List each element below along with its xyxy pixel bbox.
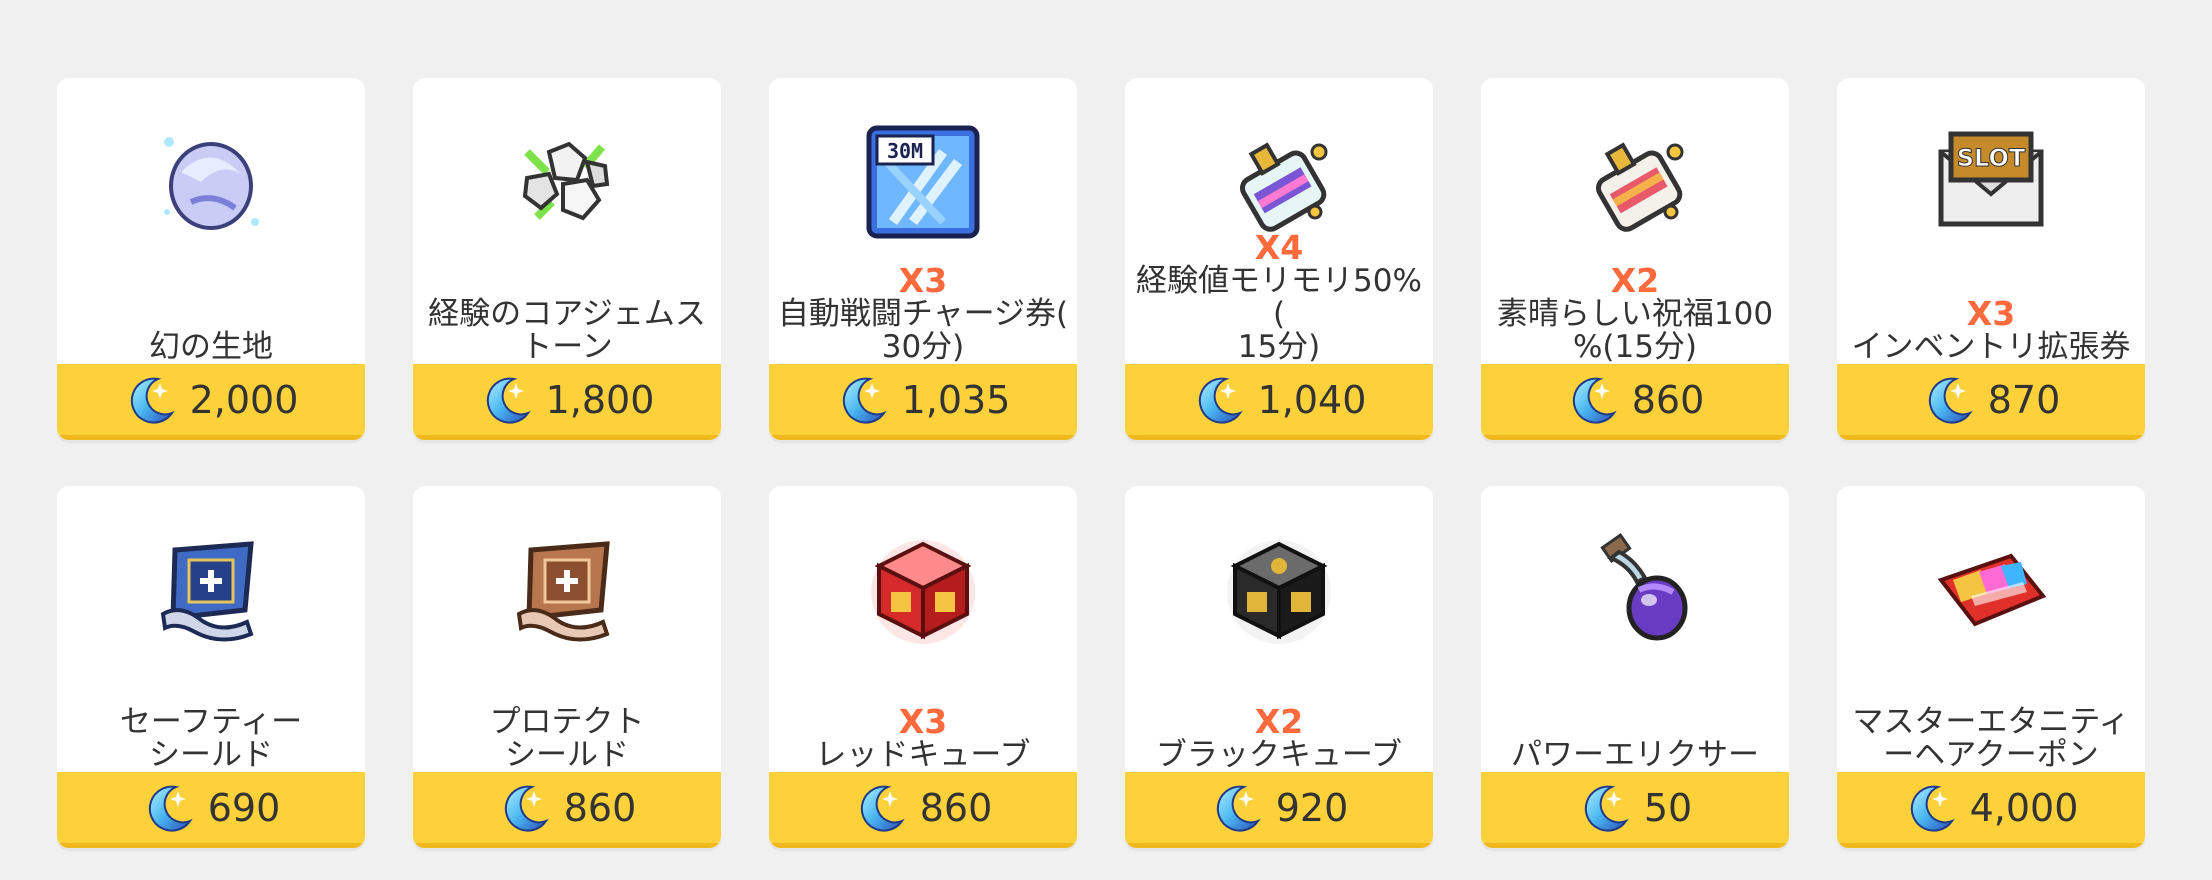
moon-coin-icon — [860, 785, 905, 832]
price-value: 1,040 — [1257, 377, 1367, 422]
price-value: 860 — [1631, 377, 1705, 422]
inventory-slot-ticket-icon: SLOT — [1931, 122, 2051, 242]
item-quantity: X4 — [1254, 228, 1304, 267]
item-card[interactable]: X3 レッドキューブ 860 — [769, 486, 1077, 848]
price-bar[interactable]: 920 — [1125, 772, 1433, 848]
price-bar[interactable]: 870 — [1837, 364, 2145, 440]
moon-coin-icon — [1572, 377, 1617, 424]
fabric-icon — [151, 122, 271, 242]
item-card[interactable]: X4 経験値モリモリ50%( 15分) 1,040 — [1125, 78, 1433, 440]
item-quantity: X2 — [1254, 702, 1304, 741]
item-info: 幻の生地 — [63, 256, 359, 364]
item-card[interactable]: セーフティー シールド 690 — [57, 486, 365, 848]
item-card[interactable]: 経験のコアジェムス トーン 1,800 — [413, 78, 721, 440]
auto-battle-ticket-icon: 30M — [863, 122, 983, 242]
moon-coin-icon — [1584, 785, 1629, 832]
moon-coin-icon — [486, 377, 531, 424]
price-bar[interactable]: 860 — [1481, 364, 1789, 440]
price-value: 2,000 — [189, 377, 299, 422]
item-name: マスターエタニティ ーヘアクーポン — [1852, 704, 2130, 773]
price-bar[interactable]: 860 — [413, 772, 721, 848]
item-quantity: X3 — [1966, 294, 2016, 333]
item-grid: 幻の生地 2,000 経験のコアジェムス トーン 1,800 30M X3 自動… — [57, 78, 2145, 848]
exp-potion-icon — [1219, 122, 1339, 242]
item-quantity: X3 — [898, 702, 948, 741]
power-elixir-icon — [1575, 530, 1695, 650]
item-info: X3 自動戦闘チャージ券( 30分) — [775, 256, 1071, 364]
item-name: インベントリ拡張券 — [1851, 329, 2131, 365]
price-bar[interactable]: 50 — [1481, 772, 1789, 848]
moon-coin-icon — [842, 377, 887, 424]
item-name: セーフティー シールド — [119, 704, 303, 773]
price-bar[interactable]: 1,035 — [769, 364, 1077, 440]
item-name: 幻の生地 — [149, 329, 273, 365]
item-quantity: X2 — [1610, 261, 1660, 300]
moon-coin-icon — [148, 785, 193, 832]
price-value: 690 — [207, 785, 281, 830]
price-value: 860 — [563, 785, 637, 830]
price-value: 1,800 — [545, 377, 655, 422]
item-info: X4 経験値モリモリ50%( 15分) — [1131, 231, 1427, 365]
price-bar[interactable]: 690 — [57, 772, 365, 848]
item-name: 経験値モリモリ50%( 15分) — [1136, 263, 1422, 365]
item-info: セーフティー シールド — [63, 664, 359, 772]
item-card[interactable]: マスターエタニティ ーヘアクーポン 4,000 — [1837, 486, 2145, 848]
item-info: X3 レッドキューブ — [775, 664, 1071, 772]
item-info: プロテクト シールド — [419, 664, 715, 772]
item-name: ブラックキューブ — [1155, 737, 1403, 773]
item-card[interactable]: パワーエリクサー 50 — [1481, 486, 1789, 848]
slot-badge-text: SLOT — [1957, 144, 2026, 172]
item-card[interactable]: 30M X3 自動戦闘チャージ券( 30分) 1,035 — [769, 78, 1077, 440]
item-quantity: X3 — [898, 261, 948, 300]
item-name: レッドキューブ — [815, 737, 1031, 773]
moon-coin-icon — [1910, 785, 1955, 832]
item-card[interactable]: X2 ブラックキューブ 920 — [1125, 486, 1433, 848]
core-gemstone-icon — [507, 122, 627, 242]
item-card[interactable]: 幻の生地 2,000 — [57, 78, 365, 440]
item-info: 経験のコアジェムス トーン — [419, 256, 715, 364]
ticket-badge-text: 30M — [887, 139, 923, 163]
item-card[interactable]: SLOT X3 インベントリ拡張券 870 — [1837, 78, 2145, 440]
moon-coin-icon — [130, 377, 175, 424]
item-info: X2 ブラックキューブ — [1131, 664, 1427, 772]
price-bar[interactable]: 1,800 — [413, 364, 721, 440]
price-bar[interactable]: 860 — [769, 772, 1077, 848]
hair-coupon-icon — [1931, 530, 2051, 650]
item-name: 経験のコアジェムス トーン — [428, 296, 706, 365]
moon-coin-icon — [1198, 377, 1243, 424]
price-value: 870 — [1987, 377, 2061, 422]
item-info: パワーエリクサー — [1487, 664, 1783, 772]
price-bar[interactable]: 4,000 — [1837, 772, 2145, 848]
price-value: 920 — [1275, 785, 1349, 830]
price-bar[interactable]: 1,040 — [1125, 364, 1433, 440]
price-value: 50 — [1643, 785, 1693, 830]
item-card[interactable]: X2 素晴らしい祝福100 %(15分) 860 — [1481, 78, 1789, 440]
blessing-potion-icon — [1575, 122, 1695, 242]
item-info: マスターエタニティ ーヘアクーポン — [1843, 664, 2139, 772]
moon-coin-icon — [1928, 377, 1973, 424]
price-value: 4,000 — [1969, 785, 2079, 830]
black-cube-icon — [1219, 530, 1339, 650]
item-name: パワーエリクサー — [1511, 737, 1759, 773]
price-bar[interactable]: 2,000 — [57, 364, 365, 440]
item-info: X3 インベントリ拡張券 — [1843, 256, 2139, 364]
moon-coin-icon — [504, 785, 549, 832]
item-name: 自動戦闘チャージ券( 30分) — [777, 296, 1069, 365]
item-card[interactable]: プロテクト シールド 860 — [413, 486, 721, 848]
protect-shield-scroll-icon — [507, 530, 627, 650]
price-value: 1,035 — [901, 377, 1011, 422]
moon-coin-icon — [1216, 785, 1261, 832]
price-value: 860 — [919, 785, 993, 830]
red-cube-icon — [863, 530, 983, 650]
item-name: 素晴らしい祝福100 %(15分) — [1496, 296, 1774, 365]
item-name: プロテクト シールド — [489, 704, 645, 773]
item-info: X2 素晴らしい祝福100 %(15分) — [1487, 256, 1783, 364]
safety-shield-scroll-icon — [151, 530, 271, 650]
